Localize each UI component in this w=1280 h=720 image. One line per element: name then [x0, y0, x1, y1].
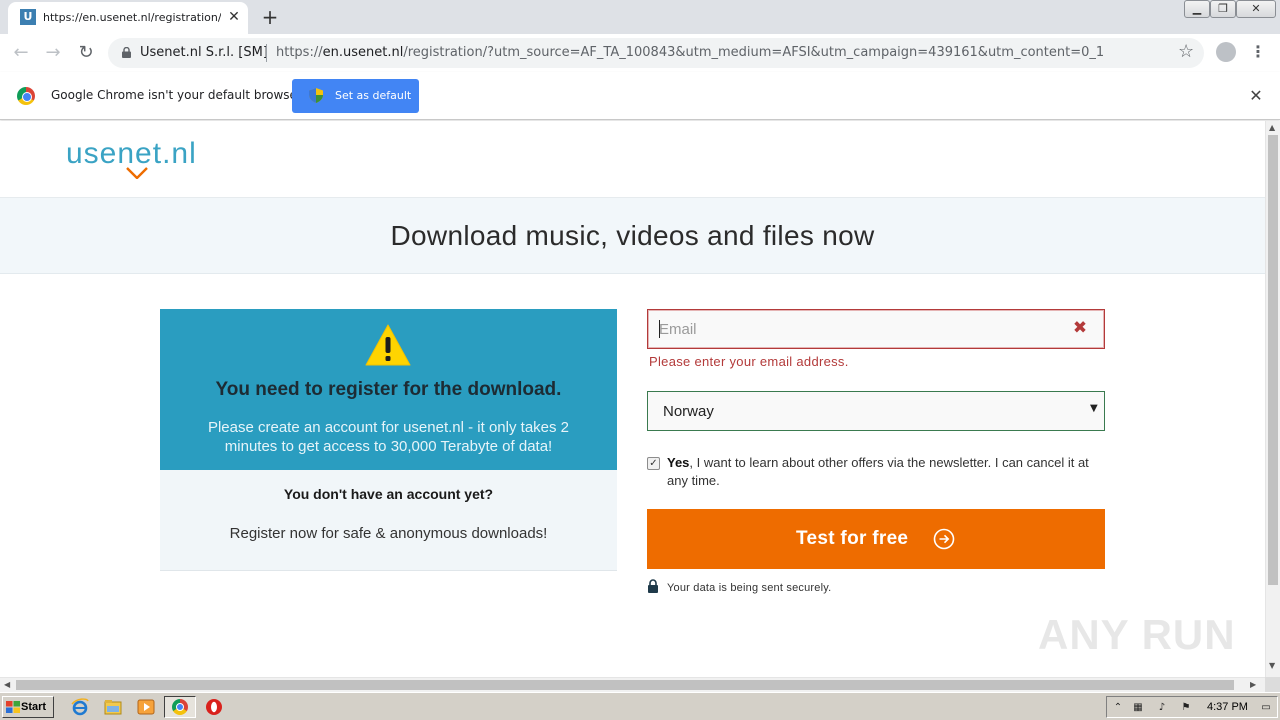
profile-avatar-icon[interactable]: [1216, 42, 1236, 62]
action-center-flag-icon[interactable]: ⚑: [1179, 701, 1193, 715]
infobar-message: Google Chrome isn't your default browser: [51, 88, 302, 102]
newsletter-checkbox[interactable]: ✓: [647, 457, 660, 470]
taskbar-chrome-button[interactable]: [164, 696, 196, 718]
chrome-logo-icon: [17, 87, 35, 105]
scroll-up-arrow-icon[interactable]: ▲: [1269, 123, 1275, 132]
restore-button[interactable]: ❐: [1210, 0, 1236, 18]
reload-icon[interactable]: ↻: [73, 40, 99, 66]
scroll-left-arrow-icon[interactable]: ◀: [4, 680, 10, 689]
email-input[interactable]: [647, 309, 1105, 349]
start-button[interactable]: Start: [2, 696, 54, 718]
country-select[interactable]: Norway ▼: [647, 391, 1105, 431]
forward-arrow-icon[interactable]: →: [40, 40, 66, 66]
no-account-question: You don't have an account yet?: [283, 486, 494, 502]
horizontal-scroll-thumb[interactable]: [16, 680, 1234, 690]
newsletter-consent-text[interactable]: Yes, I want to learn about other offers …: [667, 454, 1107, 490]
infobar-close-icon[interactable]: ✕: [1246, 86, 1266, 106]
usenet-logo[interactable]: usenet.nl: [66, 137, 197, 171]
country-selected-value: Norway: [663, 403, 714, 420]
default-browser-infobar: Google Chrome isn't your default browser…: [0, 72, 1280, 120]
url-path: /registration/?utm_source=AF_TA_100843&u…: [403, 45, 1105, 60]
register-prompt: Register now for safe & anonymous downlo…: [229, 525, 548, 542]
internet-explorer-icon[interactable]: [71, 698, 89, 716]
bookmark-star-icon[interactable]: ☆: [1178, 41, 1194, 62]
system-tray: ⌃ ▦ ♪ ⚑ 4:37 PM ▭: [1106, 696, 1278, 718]
card-description: Please create an account for usenet.nl -…: [207, 419, 570, 455]
site-identity: Usenet.nl S.r.l. [SM]: [140, 45, 268, 60]
address-bar[interactable]: Usenet.nl S.r.l. [SM] https://en.usenet.…: [108, 38, 1204, 68]
newsletter-consent-body: , I want to learn about other offers via…: [667, 455, 1089, 488]
card-heading: You need to register for the download.: [215, 379, 562, 400]
windows-taskbar: Start ⌃ ▦ ♪ ⚑ 4:37 PM ▭: [0, 692, 1280, 720]
page-viewport: usenet.nl Download music, videos and fil…: [0, 121, 1265, 677]
taskbar-clock[interactable]: 4:37 PM: [1207, 701, 1248, 713]
vertical-scroll-thumb[interactable]: [1268, 135, 1278, 585]
network-icon[interactable]: ▦: [1131, 701, 1145, 715]
secure-note: Your data is being sent securely.: [667, 582, 832, 594]
warning-icon: [365, 324, 411, 366]
browser-toolbar: ← → ↻ Usenet.nl S.r.l. [SM] https://en.u…: [0, 34, 1280, 72]
text-caret: [659, 320, 660, 338]
tab-close-icon[interactable]: ✕: [226, 7, 242, 27]
error-x-icon: ✖: [1072, 318, 1088, 338]
file-explorer-icon[interactable]: [104, 698, 122, 716]
dropdown-caret-icon: ▼: [1090, 403, 1098, 414]
lock-icon: [122, 47, 131, 58]
new-tab-button[interactable]: +: [258, 5, 282, 29]
menu-dots-icon[interactable]: ⋮: [1250, 40, 1266, 64]
tray-expand-icon[interactable]: ⌃: [1111, 701, 1125, 715]
media-player-icon[interactable]: [137, 698, 155, 716]
browser-tab-strip: U https://en.usenet.nl/registration/?utm…: [0, 0, 1280, 34]
register-info-card: You need to register for the download. P…: [160, 309, 617, 571]
set-as-default-label: Set as default: [335, 89, 412, 102]
banner-title: Download music, videos and files now: [390, 220, 875, 251]
horizontal-scrollbar[interactable]: ◀ ▶: [0, 677, 1265, 692]
email-error-message: Please enter your email address.: [649, 354, 849, 369]
scroll-down-arrow-icon[interactable]: ▼: [1269, 661, 1275, 670]
set-as-default-button[interactable]: Set as default: [292, 79, 419, 113]
show-desktop-icon[interactable]: ▭: [1259, 701, 1273, 715]
volume-icon[interactable]: ♪: [1155, 701, 1169, 715]
close-window-button[interactable]: ✕: [1236, 0, 1276, 18]
browser-tab[interactable]: U https://en.usenet.nl/registration/?utm…: [8, 2, 248, 34]
arrow-right-circle-icon: [933, 528, 955, 550]
test-for-free-button[interactable]: Test for free: [647, 509, 1105, 569]
chrome-icon-center: [176, 703, 184, 711]
chrome-taskbar-icon: [172, 699, 188, 715]
url-host: en.usenet.nl: [322, 45, 404, 60]
uac-shield-icon: [309, 88, 323, 103]
minimize-button[interactable]: ▁: [1184, 0, 1210, 18]
newsletter-yes: Yes: [667, 455, 690, 470]
url-text: https://en.usenet.nl/registration/?utm_s…: [276, 45, 1156, 60]
register-notice-panel: You need to register for the download. P…: [160, 309, 617, 470]
start-label: Start: [21, 701, 47, 713]
vertical-scrollbar[interactable]: ▲ ▼: [1265, 121, 1280, 677]
tab-favicon-icon: U: [20, 9, 36, 25]
url-separator: [266, 44, 267, 62]
watermark-text: ANY RUN: [1038, 611, 1236, 658]
logo-checkmark-icon: [126, 167, 148, 179]
url-prefix: https://: [276, 45, 323, 60]
back-arrow-icon[interactable]: ←: [8, 40, 34, 66]
hero-banner: Download music, videos and files now: [0, 198, 1265, 274]
anyrun-watermark: ANY RUN: [1038, 611, 1238, 661]
windows-flag-icon: [6, 701, 20, 713]
test-for-free-label: Test for free: [796, 528, 909, 549]
tab-title: https://en.usenet.nl/registration/?utm: [43, 11, 221, 24]
secure-lock-icon: [648, 579, 658, 593]
scroll-right-arrow-icon[interactable]: ▶: [1250, 680, 1256, 689]
opera-icon[interactable]: [205, 698, 223, 716]
scrollbar-corner: [1265, 677, 1280, 692]
